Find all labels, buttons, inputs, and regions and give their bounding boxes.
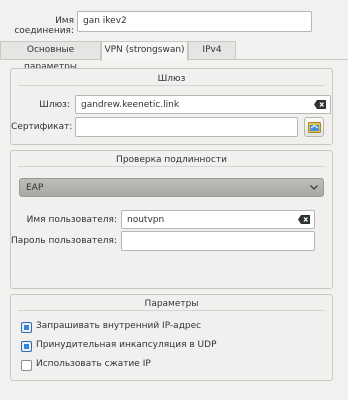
edit-clear-icon[interactable] (298, 215, 310, 224)
params-group-title: Параметры (144, 299, 199, 309)
auth-divider (18, 166, 325, 167)
certificate-label: Сертификат: (11, 122, 73, 132)
gateway-value: gandrew.keenetic.link (81, 100, 180, 110)
username-label: Имя пользователя: (26, 215, 117, 225)
params-group: Параметры Запрашивать внутренний IP-адре… (10, 294, 333, 381)
checkbox-udp-encap[interactable] (21, 341, 32, 352)
gateway-group: Шлюз Шлюз: gandrew.keenetic.link Сертифи… (10, 68, 333, 145)
tab-vpn-strongswan[interactable]: VPN (strongswan) (101, 41, 188, 61)
gateway-group-title: Шлюз (157, 74, 186, 84)
auth-method-value: EAP (26, 183, 44, 193)
checkbox-request-ip[interactable] (21, 322, 32, 333)
auth-method-select[interactable]: EAP (19, 178, 324, 197)
option-request-ip-label: Запрашивать внутренний IP-адрес (36, 321, 202, 331)
option-ip-compression-label: Использовать сжатие IP (36, 359, 151, 369)
auth-group: Проверка подлинности EAP Имя пользовател… (10, 150, 333, 289)
browse-certificate-button[interactable] (304, 117, 324, 137)
tab-general[interactable]: Основные параметры (0, 41, 101, 72)
checkbox-ip-compression[interactable] (21, 360, 32, 371)
gateway-divider (18, 85, 325, 86)
params-divider (18, 310, 325, 311)
tab-ipv4[interactable]: IPv4 (188, 41, 236, 60)
gateway-input[interactable]: gandrew.keenetic.link (75, 95, 331, 114)
gateway-label: Шлюз: (39, 100, 70, 110)
edit-clear-icon[interactable] (314, 100, 326, 109)
connection-name-label: Имя соединения: (14, 16, 74, 36)
folder-open-icon (308, 122, 321, 133)
password-input[interactable] (121, 231, 315, 251)
chevron-down-icon (310, 185, 318, 190)
certificate-input[interactable] (75, 117, 298, 137)
username-value: noutvpn (127, 215, 165, 225)
username-input[interactable]: noutvpn (121, 210, 315, 229)
connection-name-input[interactable]: gan ikev2 (77, 11, 312, 32)
option-udp-encap-label: Принудительная инкапсуляция в UDP (36, 340, 217, 350)
password-label: Пароль пользователя: (11, 236, 117, 246)
auth-group-title: Проверка подлинности (116, 155, 227, 165)
